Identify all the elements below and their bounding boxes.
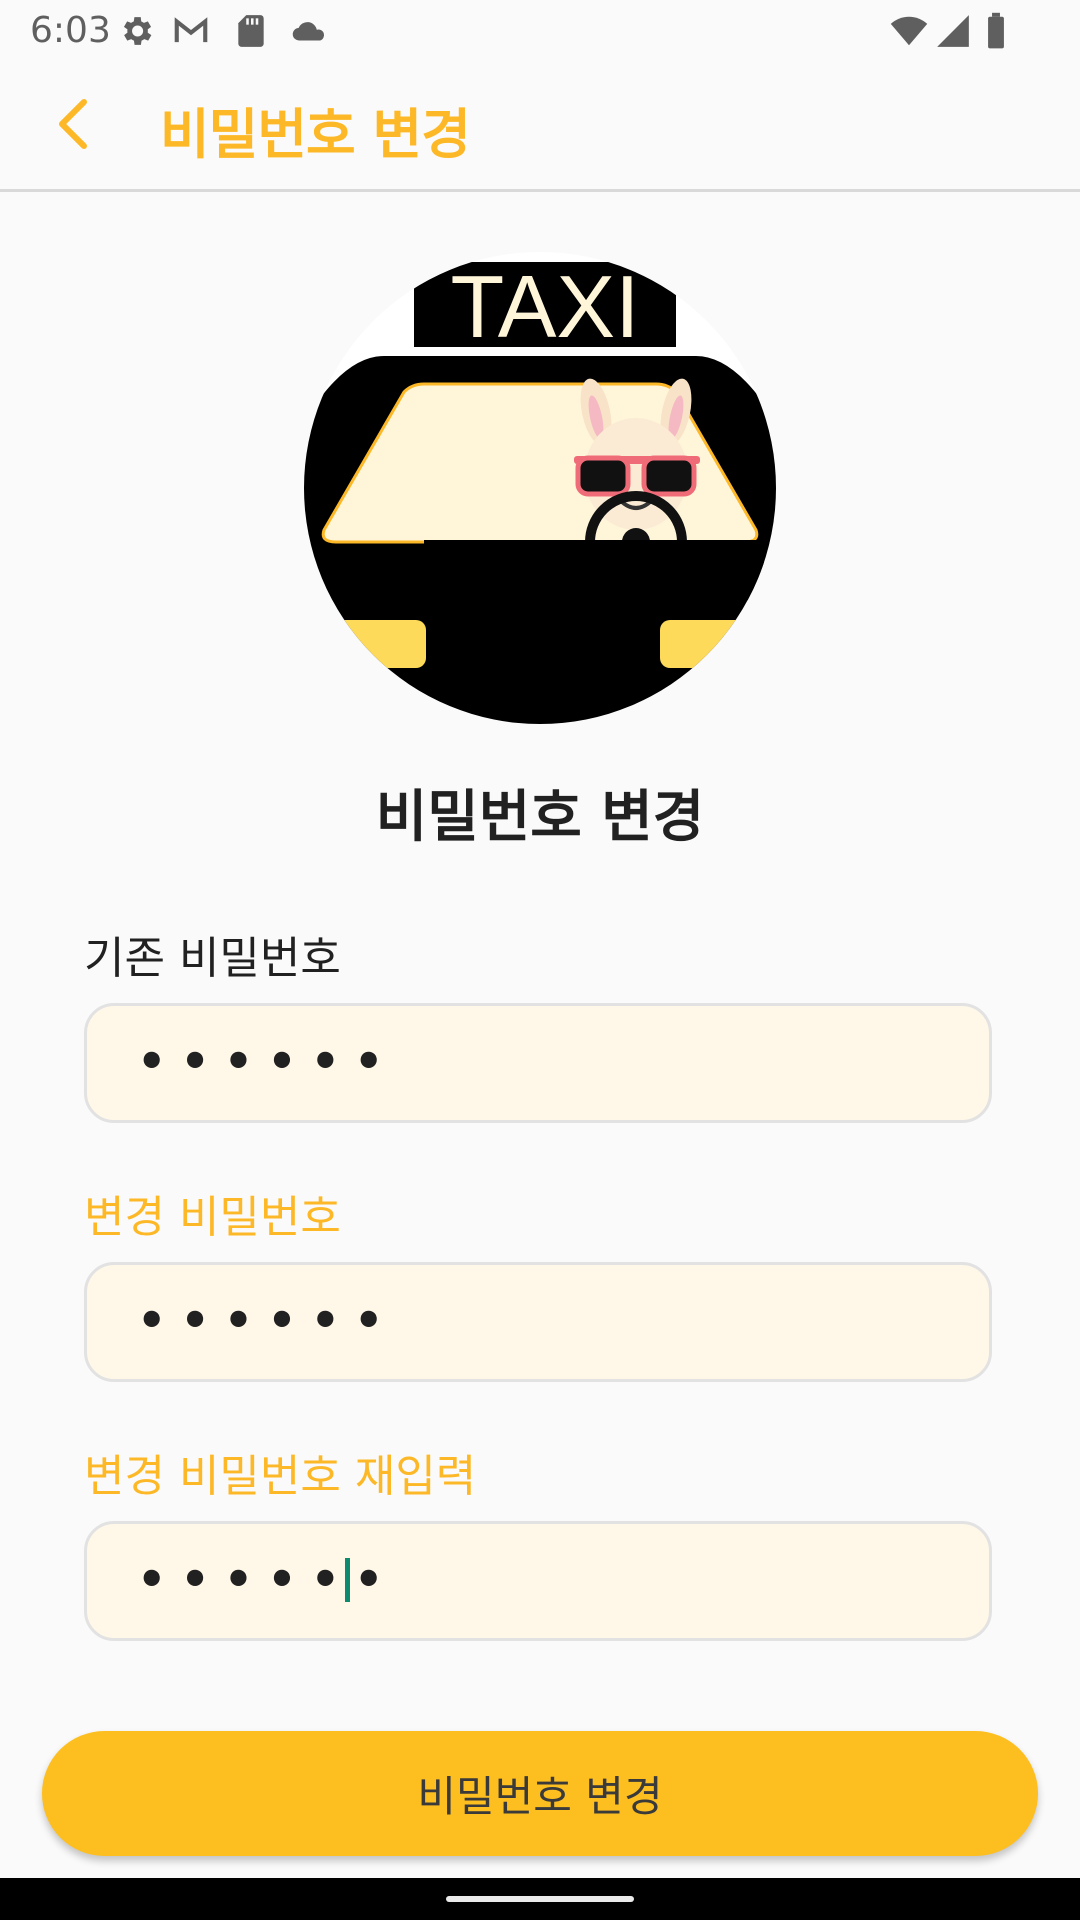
change-password-button[interactable]: 비밀번호 변경 — [42, 1731, 1038, 1856]
new-password-value: •••••• — [137, 1293, 398, 1347]
wifi-icon — [890, 16, 928, 46]
battery-icon — [988, 12, 1004, 49]
current-password-value: •••••• — [137, 1034, 398, 1088]
status-bar: 6:03 — [0, 0, 1080, 62]
page-heading: 비밀번호 변경 — [375, 785, 705, 850]
confirm-password-field[interactable]: •••••• — [84, 1521, 992, 1641]
status-time: 6:03 — [30, 10, 111, 51]
taxi-sign-text: TAXI — [450, 257, 639, 356]
app-bar-title: 비밀번호 변경 — [160, 103, 471, 166]
cloud-icon — [292, 22, 325, 41]
current-password-field[interactable]: •••••• — [84, 1003, 992, 1123]
chevron-left-icon[interactable] — [40, 88, 112, 160]
gmail-icon — [174, 17, 208, 43]
confirm-password-label: 변경 비밀번호 재입력 — [84, 1451, 477, 1502]
navigation-bar — [0, 1878, 1080, 1920]
signal-icon — [937, 15, 969, 47]
text-cursor — [345, 1558, 350, 1602]
app-bar: 비밀번호 변경 — [0, 62, 1080, 192]
settings-icon — [123, 17, 152, 45]
new-password-label: 변경 비밀번호 — [84, 1192, 341, 1243]
confirm-password-value: •••••• — [137, 1552, 398, 1606]
new-password-field[interactable]: •••••• — [84, 1262, 992, 1382]
change-password-button-label: 비밀번호 변경 — [417, 1772, 663, 1821]
sd-card-icon — [238, 15, 264, 47]
current-password-label: 기존 비밀번호 — [84, 933, 341, 984]
taxi-llama-avatar: TAXI — [304, 252, 776, 724]
home-indicator[interactable] — [446, 1896, 634, 1902]
